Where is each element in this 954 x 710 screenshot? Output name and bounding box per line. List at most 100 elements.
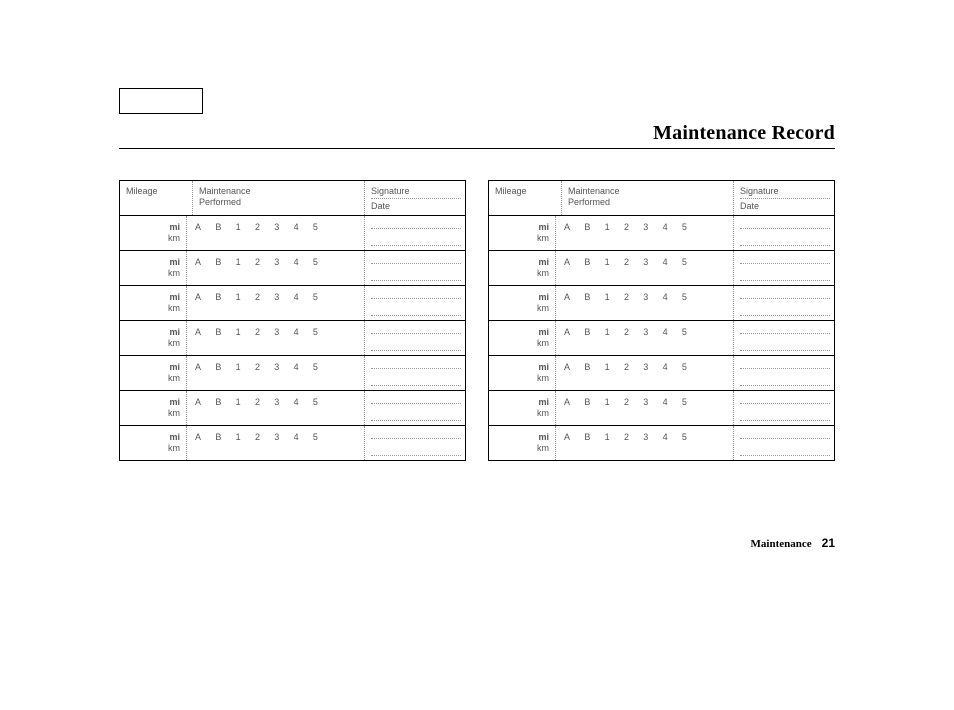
unit-km: km — [168, 443, 180, 454]
header-signature-date: SignatureDate — [733, 181, 834, 215]
mileage-cell: mikm — [120, 321, 186, 355]
maintenance-code: A — [195, 432, 201, 442]
date-line — [371, 307, 461, 316]
maintenance-code: 5 — [313, 362, 318, 372]
maintenance-code: 5 — [313, 257, 318, 267]
signature-line — [740, 220, 830, 229]
unit-mi: mi — [169, 397, 180, 408]
maintenance-code: 1 — [236, 327, 241, 337]
maintenance-code: 1 — [605, 222, 610, 232]
unit-mi: mi — [538, 222, 549, 233]
unit-mi: mi — [538, 327, 549, 338]
maintenance-code: 3 — [643, 292, 648, 302]
maintenance-code: 2 — [255, 432, 260, 442]
table-header-row: MileageMaintenancePerformedSignatureDate — [120, 181, 465, 215]
maintenance-code: B — [215, 327, 221, 337]
maintenance-codes: AB12345 — [186, 286, 364, 320]
table-row: mikmAB12345 — [120, 250, 465, 285]
unit-km: km — [537, 303, 549, 314]
maintenance-code: 4 — [294, 432, 299, 442]
corner-box — [119, 88, 203, 114]
footer-section: Maintenance — [751, 538, 812, 550]
date-line — [740, 307, 830, 316]
table-row: mikmAB12345 — [489, 355, 834, 390]
signature-cell — [733, 391, 834, 425]
date-line — [740, 447, 830, 456]
maintenance-code: 1 — [236, 397, 241, 407]
signature-line — [740, 325, 830, 334]
maintenance-code: 3 — [274, 292, 279, 302]
signature-cell — [733, 286, 834, 320]
date-line — [740, 342, 830, 351]
maintenance-code: 3 — [274, 257, 279, 267]
signature-cell — [364, 391, 465, 425]
maintenance-code: A — [195, 222, 201, 232]
signature-line — [740, 360, 830, 369]
date-line — [740, 377, 830, 386]
maintenance-code: 5 — [682, 432, 687, 442]
date-line — [740, 412, 830, 421]
maintenance-code: 4 — [294, 222, 299, 232]
signature-line — [371, 395, 461, 404]
maintenance-code: 5 — [313, 397, 318, 407]
maintenance-code: B — [584, 397, 590, 407]
date-line — [371, 272, 461, 281]
maintenance-code: A — [195, 327, 201, 337]
maintenance-code: A — [195, 362, 201, 372]
table-row: mikmAB12345 — [120, 355, 465, 390]
maintenance-code: 5 — [682, 362, 687, 372]
maintenance-code: 1 — [605, 432, 610, 442]
mileage-cell: mikm — [120, 356, 186, 390]
table-row: mikmAB12345 — [489, 425, 834, 460]
unit-km: km — [537, 373, 549, 384]
maintenance-code: 3 — [643, 222, 648, 232]
unit-km: km — [168, 303, 180, 314]
maintenance-code: 3 — [274, 362, 279, 372]
maintenance-codes: AB12345 — [555, 321, 733, 355]
signature-line — [740, 430, 830, 439]
maintenance-code: 3 — [643, 397, 648, 407]
header-date: Date — [371, 201, 461, 211]
table-row: mikmAB12345 — [489, 215, 834, 250]
unit-km: km — [168, 233, 180, 244]
maintenance-code: B — [584, 257, 590, 267]
signature-cell — [733, 426, 834, 460]
unit-mi: mi — [169, 362, 180, 373]
maintenance-code: 5 — [682, 257, 687, 267]
maintenance-code: 5 — [313, 327, 318, 337]
table-row: mikmAB12345 — [120, 285, 465, 320]
maintenance-code: B — [215, 432, 221, 442]
signature-cell — [364, 251, 465, 285]
signature-cell — [364, 286, 465, 320]
unit-km: km — [537, 443, 549, 454]
maintenance-code: 2 — [255, 257, 260, 267]
maintenance-code: 4 — [294, 292, 299, 302]
signature-line — [371, 430, 461, 439]
maintenance-codes: AB12345 — [555, 391, 733, 425]
maintenance-code: 1 — [605, 397, 610, 407]
unit-mi: mi — [169, 257, 180, 268]
maintenance-code: A — [564, 222, 570, 232]
unit-km: km — [537, 268, 549, 279]
maintenance-code: 4 — [294, 257, 299, 267]
maintenance-code: B — [584, 222, 590, 232]
maintenance-code: 4 — [663, 222, 668, 232]
maintenance-code: 4 — [663, 432, 668, 442]
signature-line — [371, 290, 461, 299]
unit-mi: mi — [169, 327, 180, 338]
maintenance-code: B — [584, 432, 590, 442]
date-line — [371, 412, 461, 421]
unit-km: km — [168, 408, 180, 419]
footer: Maintenance 21 — [751, 536, 835, 550]
mileage-cell: mikm — [489, 391, 555, 425]
maintenance-code: A — [564, 397, 570, 407]
maintenance-code: 2 — [624, 432, 629, 442]
mileage-cell: mikm — [489, 251, 555, 285]
signature-cell — [733, 321, 834, 355]
maintenance-code: B — [584, 292, 590, 302]
maintenance-code: 2 — [255, 222, 260, 232]
unit-km: km — [537, 408, 549, 419]
maintenance-code: 3 — [643, 257, 648, 267]
signature-cell — [364, 356, 465, 390]
unit-mi: mi — [169, 432, 180, 443]
